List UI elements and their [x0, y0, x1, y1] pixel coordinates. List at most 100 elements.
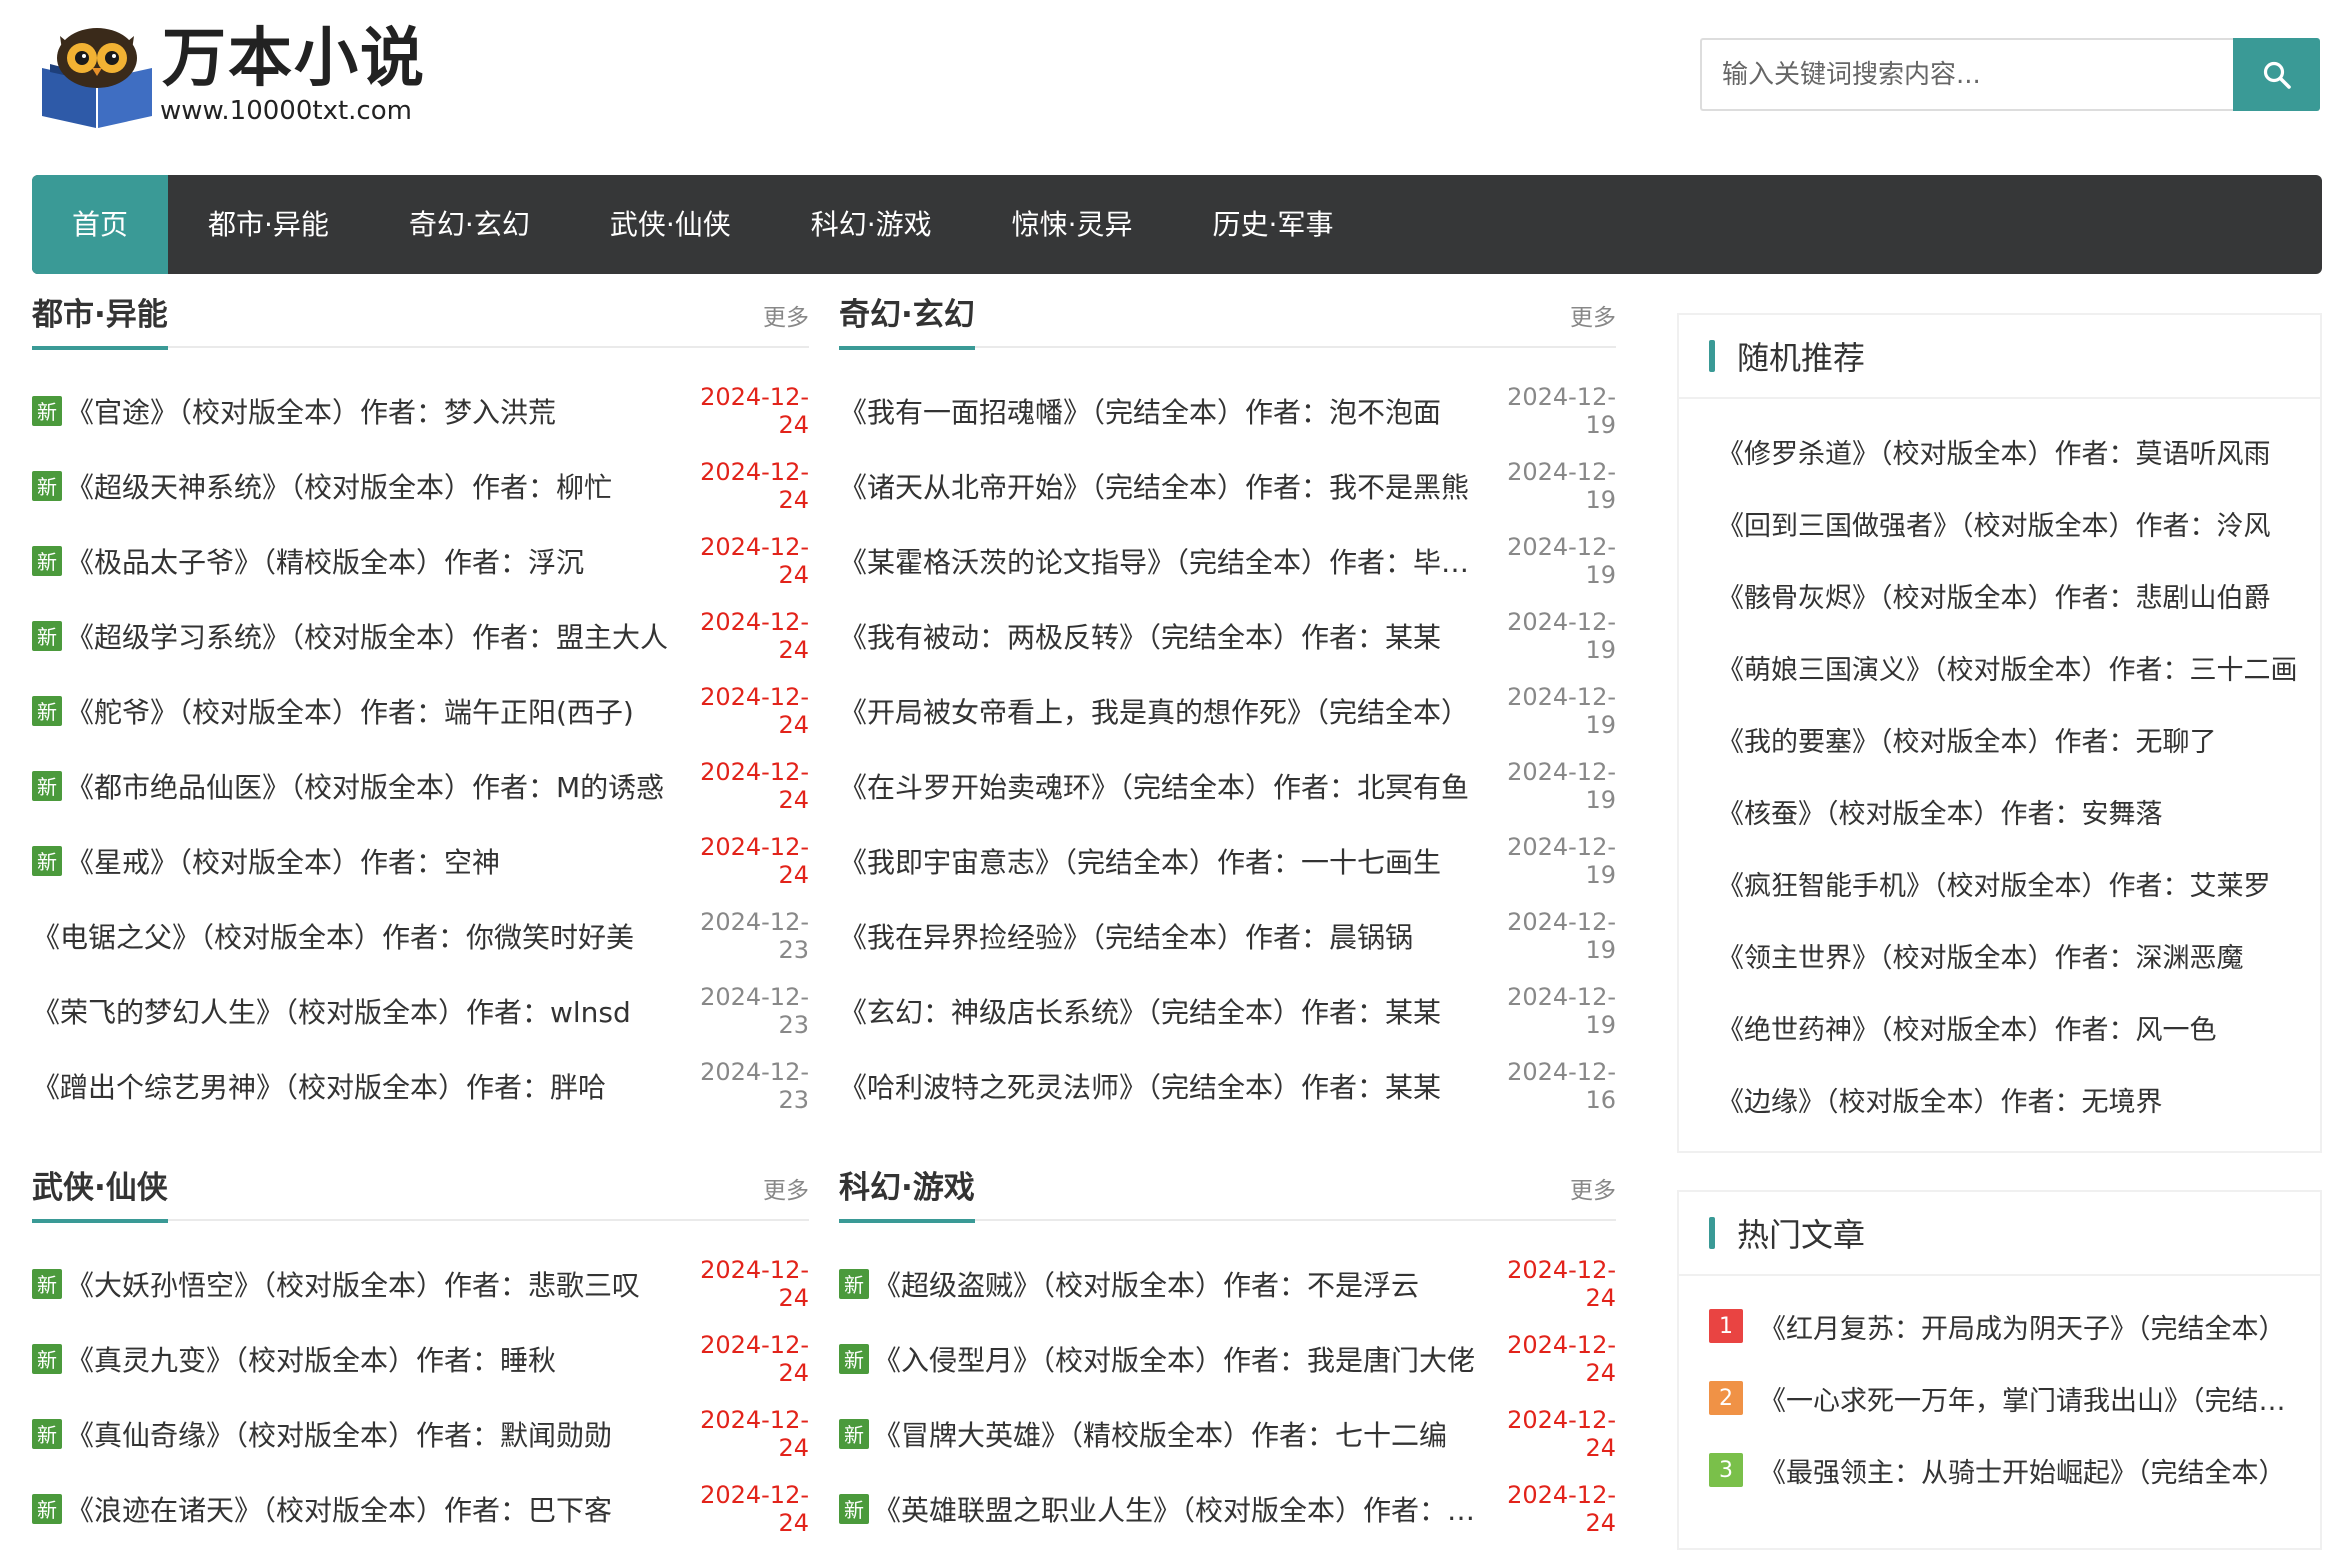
list-item: 新《入侵型月》（校对版全本）作者：我是唐门大佬 2024-12-24 [839, 1321, 1616, 1396]
article-link[interactable]: 《一心求死一万年，掌门请我出山》（完结全本） [1759, 1379, 2300, 1418]
date: 2024-12-19 [1507, 607, 1616, 664]
nav-item-urban[interactable]: 都市·异能 [168, 175, 369, 274]
book-link[interactable]: 《我在异界捡经验》（完结全本）作者：晨锅锅 [839, 916, 1478, 956]
book-link[interactable]: 《冒牌大英雄》（精校版全本）作者：七十二编 [873, 1414, 1478, 1454]
nav-item-fantasy[interactable]: 奇幻·玄幻 [369, 175, 570, 274]
section-title: 都市·异能 [32, 290, 168, 350]
nav-item-horror[interactable]: 惊悚·灵异 [972, 175, 1173, 274]
book-link[interactable]: 《绝世药神》（校对版全本）作者：风一色 [1717, 1008, 2217, 1047]
date: 2024-12-24 [700, 1405, 809, 1462]
rank-badge: 1 [1709, 1309, 1743, 1343]
book-link[interactable]: 《修罗杀道》（校对版全本）作者：莫语听风雨 [1717, 432, 2271, 471]
book-link[interactable]: 《诸天从北帝开始》（完结全本）作者：我不是黑熊 [839, 466, 1478, 506]
list-item: 《开局被女帝看上，我是真的想作死》（完结全本） 2024-12-19 [839, 673, 1616, 748]
list-item: 《我有被动：两极反转》（完结全本）作者：某某 2024-12-19 [839, 598, 1616, 673]
book-link[interactable]: 《真仙奇缘》（校对版全本）作者：默闻勋勋 [66, 1414, 671, 1454]
book-link[interactable]: 《超级盗贼》（校对版全本）作者：不是浮云 [873, 1264, 1478, 1304]
more-link[interactable]: 更多 [763, 1171, 809, 1205]
book-link[interactable]: 《官途》（校对版全本）作者：梦入洪荒 [66, 391, 671, 431]
book-link[interactable]: 《我即宇宙意志》（完结全本）作者：一十七画生 [839, 841, 1478, 881]
list-item: 《我即宇宙意志》（完结全本）作者：一十七画生 2024-12-19 [839, 823, 1616, 898]
list-item: 《在斗罗开始卖魂环》（完结全本）作者：北冥有鱼 2024-12-19 [839, 748, 1616, 823]
list-item: 3 《最强领主：从骑士开始崛起》（完结全本） [1679, 1434, 2320, 1506]
book-link[interactable]: 《我的要塞》（校对版全本）作者：无聊了 [1717, 720, 2217, 759]
book-link[interactable]: 《回到三国做强者》（校对版全本）作者：泠风 [1717, 504, 2271, 543]
book-link[interactable]: 《在斗罗开始卖魂环》（完结全本）作者：北冥有鱼 [839, 766, 1478, 806]
article-link[interactable]: 《红月复苏：开局成为阴天子》（完结全本） [1759, 1307, 2286, 1346]
date: 2024-12-24 [1507, 1330, 1616, 1387]
book-link[interactable]: 《萌娘三国演义》（校对版全本）作者：三十二画 [1717, 648, 2298, 687]
new-badge: 新 [839, 1418, 869, 1449]
book-link[interactable]: 《某霍格沃茨的论文指导》（完结全本）作者：毕业鸭 [839, 541, 1478, 581]
date: 2024-12-24 [700, 607, 809, 664]
main-nav: 首页 都市·异能 奇幻·玄幻 武侠·仙侠 科幻·游戏 惊悚·灵异 历史·军事 [32, 175, 2322, 274]
book-link[interactable]: 《都市绝品仙医》（校对版全本）作者：M的诱惑 [66, 766, 671, 806]
new-badge: 新 [32, 1343, 62, 1374]
book-link[interactable]: 《领主世界》（校对版全本）作者：深渊恶魔 [1717, 936, 2244, 975]
book-link[interactable]: 《大妖孙悟空》（校对版全本）作者：悲歌三叹 [66, 1264, 671, 1304]
list-item: 《某霍格沃茨的论文指导》（完结全本）作者：毕业鸭 2024-12-19 [839, 523, 1616, 598]
box-header: 随机推荐 [1679, 315, 2320, 399]
new-badge: 新 [32, 395, 62, 426]
book-link[interactable]: 《蹭出个综艺男神》（校对版全本）作者：胖哈 [32, 1066, 671, 1106]
new-badge: 新 [32, 470, 62, 501]
book-link[interactable]: 《真灵九变》（校对版全本）作者：睡秋 [66, 1339, 671, 1379]
new-badge: 新 [839, 1493, 869, 1524]
more-link[interactable]: 更多 [1570, 1171, 1616, 1205]
book-link[interactable]: 《疯狂智能手机》（校对版全本）作者：艾莱罗 [1717, 864, 2271, 903]
book-link[interactable]: 《开局被女帝看上，我是真的想作死》（完结全本） [839, 691, 1478, 731]
book-link[interactable]: 《玄幻：神级店长系统》（完结全本）作者：某某 [839, 991, 1478, 1031]
article-link[interactable]: 《最强领主：从骑士开始崛起》（完结全本） [1759, 1451, 2286, 1490]
random-list: 《修罗杀道》（校对版全本）作者：莫语听风雨 《回到三国做强者》（校对版全本）作者… [1679, 399, 2320, 1151]
book-link[interactable]: 《骸骨灰烬》（校对版全本）作者：悲剧山伯爵 [1717, 576, 2271, 615]
search-input[interactable] [1700, 38, 2233, 111]
book-link[interactable]: 《哈利波特之死灵法师》（完结全本）作者：某某 [839, 1066, 1478, 1106]
nav-item-home[interactable]: 首页 [32, 175, 169, 274]
book-link[interactable]: 《核蚕》（校对版全本）作者：安舞落 [1717, 792, 2163, 831]
book-link[interactable]: 《超级学习系统》（校对版全本）作者：盟主大人 [66, 616, 671, 656]
date: 2024-12-24 [1507, 1480, 1616, 1537]
list-item: 《边缘》（校对版全本）作者：无境界 [1679, 1063, 2320, 1135]
book-link[interactable]: 《电锯之父》（校对版全本）作者：你微笑时好美 [32, 916, 671, 956]
list-item: 新《英雄联盟之职业人生》（校对版全本）作者：某某 2024-12-24 [839, 1471, 1616, 1546]
date: 2024-12-16 [1507, 1057, 1616, 1114]
section-header: 奇幻·玄幻 更多 [839, 290, 1616, 350]
box-header: 热门文章 [1679, 1192, 2320, 1276]
list-item: 新《舵爷》（校对版全本）作者：端午正阳(西子) 2024-12-24 [32, 673, 809, 748]
book-link[interactable]: 《边缘》（校对版全本）作者：无境界 [1717, 1080, 2163, 1119]
book-link[interactable]: 《舵爷》（校对版全本）作者：端午正阳(西子) [66, 691, 671, 731]
site-logo[interactable]: 万本小说 www.10000txt.com [32, 20, 452, 130]
section-title: 科幻·游戏 [839, 1163, 975, 1223]
list-item: 《萌娘三国演义》（校对版全本）作者：三十二画 [1679, 631, 2320, 703]
list-item: 新《真灵九变》（校对版全本）作者：睡秋 2024-12-24 [32, 1321, 809, 1396]
more-link[interactable]: 更多 [763, 298, 809, 332]
book-link[interactable]: 《荣飞的梦幻人生》（校对版全本）作者：wlnsd [32, 991, 671, 1031]
book-link[interactable]: 《入侵型月》（校对版全本）作者：我是唐门大佬 [873, 1339, 1478, 1379]
book-link[interactable]: 《极品太子爷》（精校版全本）作者：浮沉 [66, 541, 671, 581]
date: 2024-12-24 [700, 382, 809, 439]
new-badge: 新 [32, 695, 62, 726]
list-item: 《骸骨灰烬》（校对版全本）作者：悲剧山伯爵 [1679, 559, 2320, 631]
nav-item-scifi[interactable]: 科幻·游戏 [771, 175, 972, 274]
book-link[interactable]: 《英雄联盟之职业人生》（校对版全本）作者：某某 [873, 1489, 1478, 1529]
search-button[interactable] [2233, 38, 2320, 111]
list-item: 《疯狂智能手机》（校对版全本）作者：艾莱罗 [1679, 847, 2320, 919]
date: 2024-12-23 [700, 982, 809, 1039]
list-item: 《电锯之父》（校对版全本）作者：你微笑时好美 2024-12-23 [32, 898, 809, 973]
list-item: 新《超级学习系统》（校对版全本）作者：盟主大人 2024-12-24 [32, 598, 809, 673]
hot-articles-box: 热门文章 1 《红月复苏：开局成为阴天子》（完结全本） 2 《一心求死一万年，掌门请… [1677, 1190, 2322, 1550]
book-link[interactable]: 《超级天神系统》（校对版全本）作者：柳忙 [66, 466, 671, 506]
book-link[interactable]: 《浪迹在诸天》（校对版全本）作者：巴下客 [66, 1489, 671, 1529]
date: 2024-12-24 [700, 457, 809, 514]
search-bar [1700, 38, 2320, 111]
nav-item-wuxia[interactable]: 武侠·仙侠 [570, 175, 771, 274]
book-link[interactable]: 《我有一面招魂幡》（完结全本）作者：泡不泡面 [839, 391, 1478, 431]
nav-item-history[interactable]: 历史·军事 [1173, 175, 1374, 274]
book-link[interactable]: 《星戒》（校对版全本）作者：空神 [66, 841, 671, 881]
more-link[interactable]: 更多 [1570, 298, 1616, 332]
list-item: 新《超级天神系统》（校对版全本）作者：柳忙 2024-12-24 [32, 448, 809, 523]
new-badge: 新 [32, 1268, 62, 1299]
book-link[interactable]: 《我有被动：两极反转》（完结全本）作者：某某 [839, 616, 1478, 656]
date: 2024-12-23 [700, 1057, 809, 1114]
list-item: 新《大妖孙悟空》（校对版全本）作者：悲歌三叹 2024-12-24 [32, 1246, 809, 1321]
